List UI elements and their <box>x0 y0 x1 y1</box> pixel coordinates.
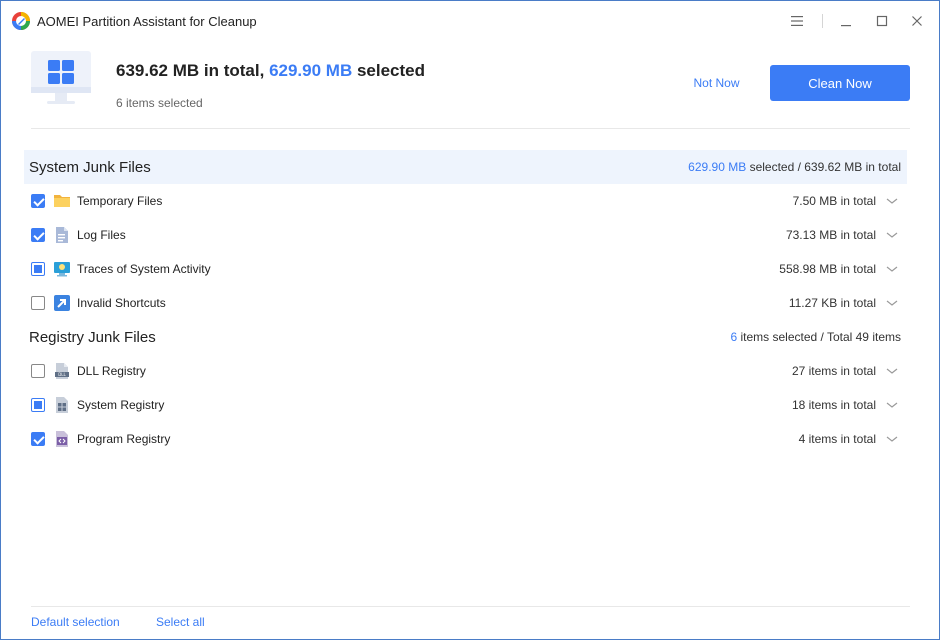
chevron-down-icon[interactable] <box>886 365 898 377</box>
list-item-program-registry[interactable]: Program Registry 4 items in total <box>24 422 907 456</box>
item-value: 18 items in total <box>791 398 876 412</box>
system-registry-icon <box>56 397 68 413</box>
section-stats-suffix: selected / 639.62 MB in total <box>749 160 901 174</box>
select-all-link[interactable]: Select all <box>156 615 205 629</box>
folder-icon <box>54 195 70 207</box>
list-item-dll-registry[interactable]: DLL DLL Registry 27 items in total <box>24 354 907 388</box>
chevron-down-icon[interactable] <box>886 433 898 445</box>
item-label: Log Files <box>77 228 126 242</box>
log-file-icon <box>56 227 68 243</box>
footer-divider <box>31 606 910 607</box>
item-label: Invalid Shortcuts <box>77 296 166 310</box>
checkbox[interactable] <box>31 194 45 208</box>
items-selected-count: 6 items selected <box>116 96 203 110</box>
checkbox[interactable] <box>31 364 45 378</box>
item-label: System Registry <box>77 398 165 412</box>
item-label: DLL Registry <box>77 364 146 378</box>
dll-icon: DLL <box>55 363 69 379</box>
program-registry-icon <box>56 431 68 447</box>
section-selected-value: 6 <box>730 330 738 344</box>
menu-button[interactable] <box>784 9 810 33</box>
selected-size: 629.90 MB <box>269 61 353 80</box>
total-size: 639.62 MB in total, <box>116 61 265 80</box>
checkbox[interactable] <box>31 432 45 446</box>
hamburger-menu-icon <box>791 16 803 26</box>
selected-suffix: selected <box>356 61 426 80</box>
app-logo-icon <box>12 12 30 30</box>
item-value: 558.98 MB in total <box>779 262 876 276</box>
section-title: System Junk Files <box>29 158 151 176</box>
system-activity-icon <box>54 262 70 277</box>
minimize-icon <box>841 25 851 27</box>
item-label: Traces of System Activity <box>77 262 211 276</box>
list-item-system-registry[interactable]: System Registry 18 items in total <box>24 388 907 422</box>
section-stats: 6 items selected / Total 49 items <box>730 330 901 344</box>
maximize-icon <box>876 15 888 27</box>
svg-text:DLL: DLL <box>58 372 66 377</box>
close-button[interactable] <box>904 9 930 33</box>
not-now-button[interactable]: Not Now <box>679 65 754 101</box>
computer-monitor-icon <box>31 51 91 104</box>
item-value: 7.50 MB in total <box>792 194 876 208</box>
checkbox[interactable] <box>31 398 45 412</box>
chevron-down-icon[interactable] <box>886 297 898 309</box>
chevron-down-icon[interactable] <box>886 229 898 241</box>
chevron-down-icon[interactable] <box>886 195 898 207</box>
window-title: AOMEI Partition Assistant for Cleanup <box>37 14 257 29</box>
list-item-temporary-files[interactable]: Temporary Files 7.50 MB in total <box>24 184 907 218</box>
list-item-traces-of-system-activity[interactable]: Traces of System Activity 558.98 MB in t… <box>24 252 907 286</box>
chevron-down-icon[interactable] <box>886 263 898 275</box>
checkbox[interactable] <box>31 228 45 242</box>
item-value: 27 items in total <box>791 364 876 378</box>
chevron-down-icon[interactable] <box>886 399 898 411</box>
item-value: 4 items in total <box>798 432 876 446</box>
section-title: Registry Junk Files <box>29 328 156 346</box>
checkbox[interactable] <box>31 296 45 310</box>
cleanup-summary: 639.62 MB in total, 629.90 MB selected <box>116 61 425 81</box>
shortcut-icon <box>54 295 70 311</box>
section-stats: 629.90 MB selected / 639.62 MB in total <box>688 160 901 174</box>
titlebar-separator <box>822 14 823 28</box>
title-bar: AOMEI Partition Assistant for Cleanup <box>1 1 939 41</box>
close-icon <box>912 16 922 26</box>
section-registry-junk: Registry Junk Files 6 items selected / T… <box>24 320 907 354</box>
item-label: Temporary Files <box>77 194 163 208</box>
item-value: 73.13 MB in total <box>785 228 876 242</box>
minimize-button[interactable] <box>833 9 859 33</box>
cleanup-window: AOMEI Partition Assistant for Cleanup 63… <box>0 0 940 640</box>
clean-now-button[interactable]: Clean Now <box>770 65 910 101</box>
item-label: Program Registry <box>77 432 171 446</box>
default-selection-link[interactable]: Default selection <box>31 615 120 629</box>
list-item-invalid-shortcuts[interactable]: Invalid Shortcuts 11.27 KB in total <box>24 286 907 320</box>
item-value: 11.27 KB in total <box>788 296 876 310</box>
section-stats-suffix: items selected / Total 49 items <box>740 330 901 344</box>
section-system-junk: System Junk Files 629.90 MB selected / 6… <box>24 150 907 184</box>
section-selected-value: 629.90 MB <box>688 160 747 174</box>
maximize-button[interactable] <box>869 9 895 33</box>
header-divider <box>31 128 910 129</box>
checkbox[interactable] <box>31 262 45 276</box>
list-item-log-files[interactable]: Log Files 73.13 MB in total <box>24 218 907 252</box>
